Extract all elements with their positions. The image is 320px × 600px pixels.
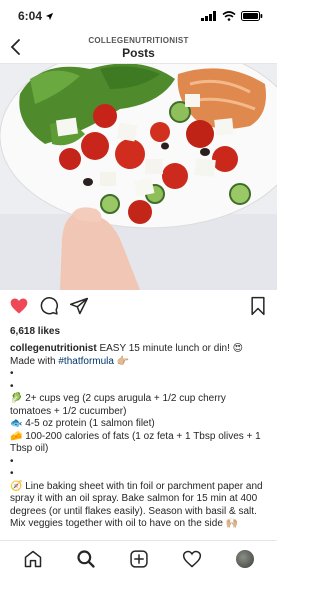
home-indicator-area [0,576,277,600]
bottom-tab-bar [0,540,277,576]
caption-bullet: • [10,468,14,479]
tab-home[interactable] [21,547,45,571]
status-time-label: 6:04 [18,9,43,23]
search-icon [76,549,95,568]
caption-veg: 🥬 2+ cups veg (2 cups arugula + 1/2 cup … [10,393,226,417]
tab-profile[interactable] [233,547,257,571]
page-title: Posts [122,46,155,60]
post-actions [0,296,277,320]
plus-square-icon [129,549,148,568]
likes-count[interactable]: 6,618 likes [10,326,60,337]
tab-create[interactable] [127,547,151,571]
caption-bullet: • [10,368,14,379]
tab-search[interactable] [74,547,98,571]
cellular-signal-icon [201,11,216,21]
status-time: 6:04 [18,9,54,23]
caption-fats: 🧀 100-200 calories of fats (1 oz feta + … [10,430,261,455]
caption-hashtag[interactable]: #thatformula [58,356,114,367]
post-image[interactable] [0,64,277,290]
nav-header: COLLEGENUTRITIONIST Posts [0,32,277,64]
chevron-left-icon[interactable] [8,38,24,56]
avatar [235,549,254,568]
bookmark-icon[interactable] [249,296,267,316]
status-bar: 6:04 [0,0,277,32]
caption-username[interactable]: collegenutritionist [10,343,97,354]
header-username[interactable]: COLLEGENUTRITIONIST [0,36,277,45]
tab-activity[interactable] [180,547,204,571]
wifi-icon [222,11,236,21]
caption-instructions: 🧭 Line baking sheet with tin foil or par… [10,480,263,530]
caption-protein: 🐟 4-5 oz protein (1 salmon filet) [10,418,155,429]
caption-intro: collegenutritionist EASY 15 minute lunch… [10,343,268,368]
battery-icon [241,11,263,21]
caption-text-end: 👉🏼 [113,355,130,367]
post-caption: collegenutritionist EASY 15 minute lunch… [10,343,268,531]
heart-icon[interactable] [9,296,29,316]
send-icon[interactable] [69,296,89,316]
salad-photo [0,64,277,290]
location-arrow-icon [45,12,54,20]
comment-icon[interactable] [39,296,59,316]
heart-outline-icon [182,550,201,567]
caption-bullet: • [10,380,14,392]
caption-bullet: • [10,455,14,467]
home-icon [24,550,41,567]
